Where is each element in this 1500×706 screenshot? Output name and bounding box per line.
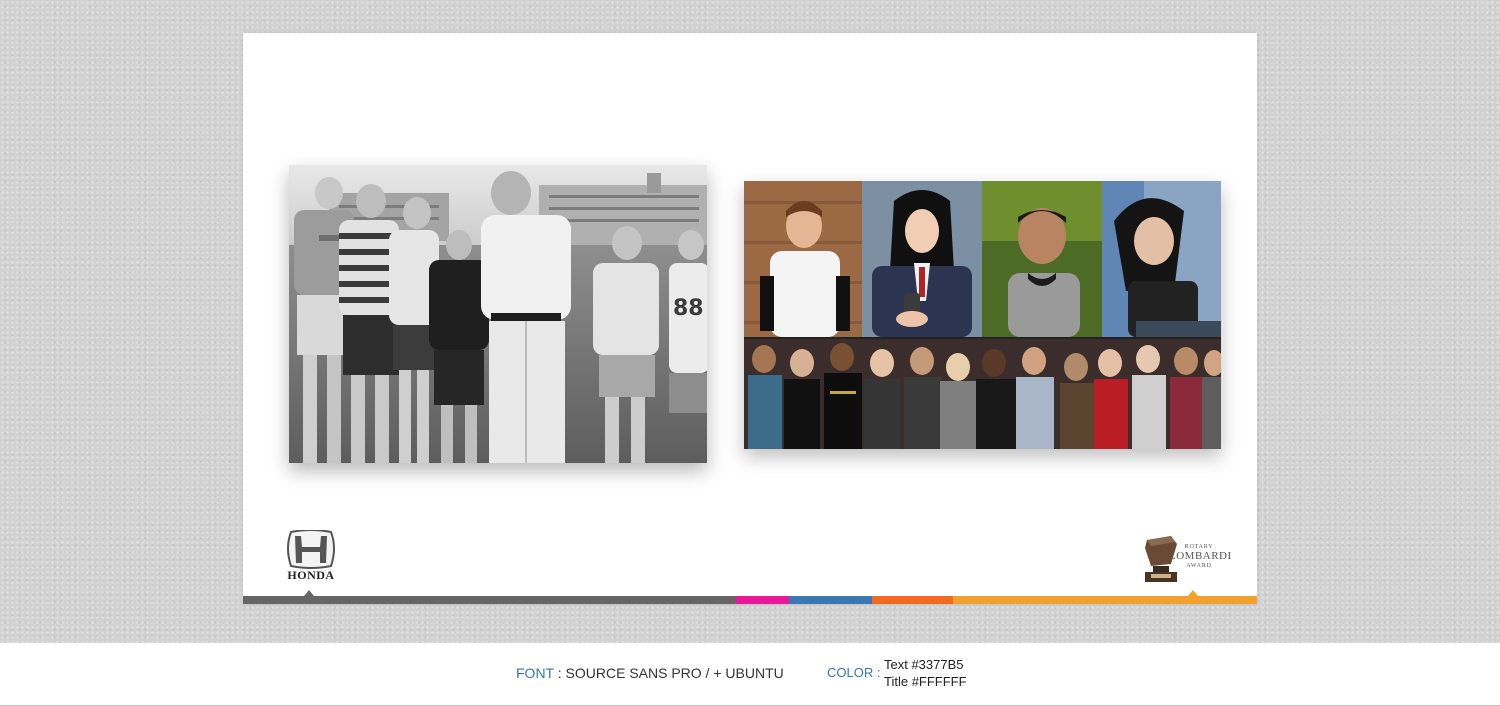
coach-with-boys-photo: 88 [289, 165, 707, 463]
bar-segment-magenta [736, 596, 789, 604]
lombardi-logo-text: ROTARY LOMBARDI AWARD [1169, 544, 1232, 569]
font-separator: : [553, 665, 566, 681]
honda-logo-text: HONDA [287, 568, 335, 582]
font-label: FONT [516, 665, 554, 681]
color-title-value: Title #FFFFFF [884, 674, 967, 689]
honda-h-icon [287, 529, 335, 569]
bottom-color-bar [243, 596, 1257, 604]
svg-text:88: 88 [673, 296, 704, 321]
bar-segment-orange [872, 596, 953, 604]
style-guide-footer: FONT : SOURCE SANS PRO / + UBUNTU COLOR … [0, 643, 1500, 706]
bar-segment-yellow [953, 596, 1257, 604]
color-text-value: Text #3377B5 [884, 657, 964, 672]
youth-collage-photo [744, 181, 1221, 449]
font-value: SOURCE SANS PRO / + UBUNTU [565, 665, 784, 681]
lombardi-line-lombardi: LOMBARDI [1169, 550, 1232, 562]
honda-logo: HONDA [277, 529, 345, 584]
color-label: COLOR : [827, 665, 881, 680]
bar-segment-grey [243, 596, 736, 604]
rotary-lombardi-award-logo: ROTARY LOMBARDI AWARD [1141, 532, 1231, 584]
font-info: FONT : SOURCE SANS PRO / + UBUNTU [516, 665, 784, 681]
bar-segment-blue [789, 596, 872, 604]
color-values: Text #3377B5 Title #FFFFFF [884, 656, 967, 690]
presentation-slide: 88 HONDA ROTARY LOMBARDI AWARD [243, 33, 1257, 604]
lombardi-line-award: AWARD [1186, 563, 1212, 569]
